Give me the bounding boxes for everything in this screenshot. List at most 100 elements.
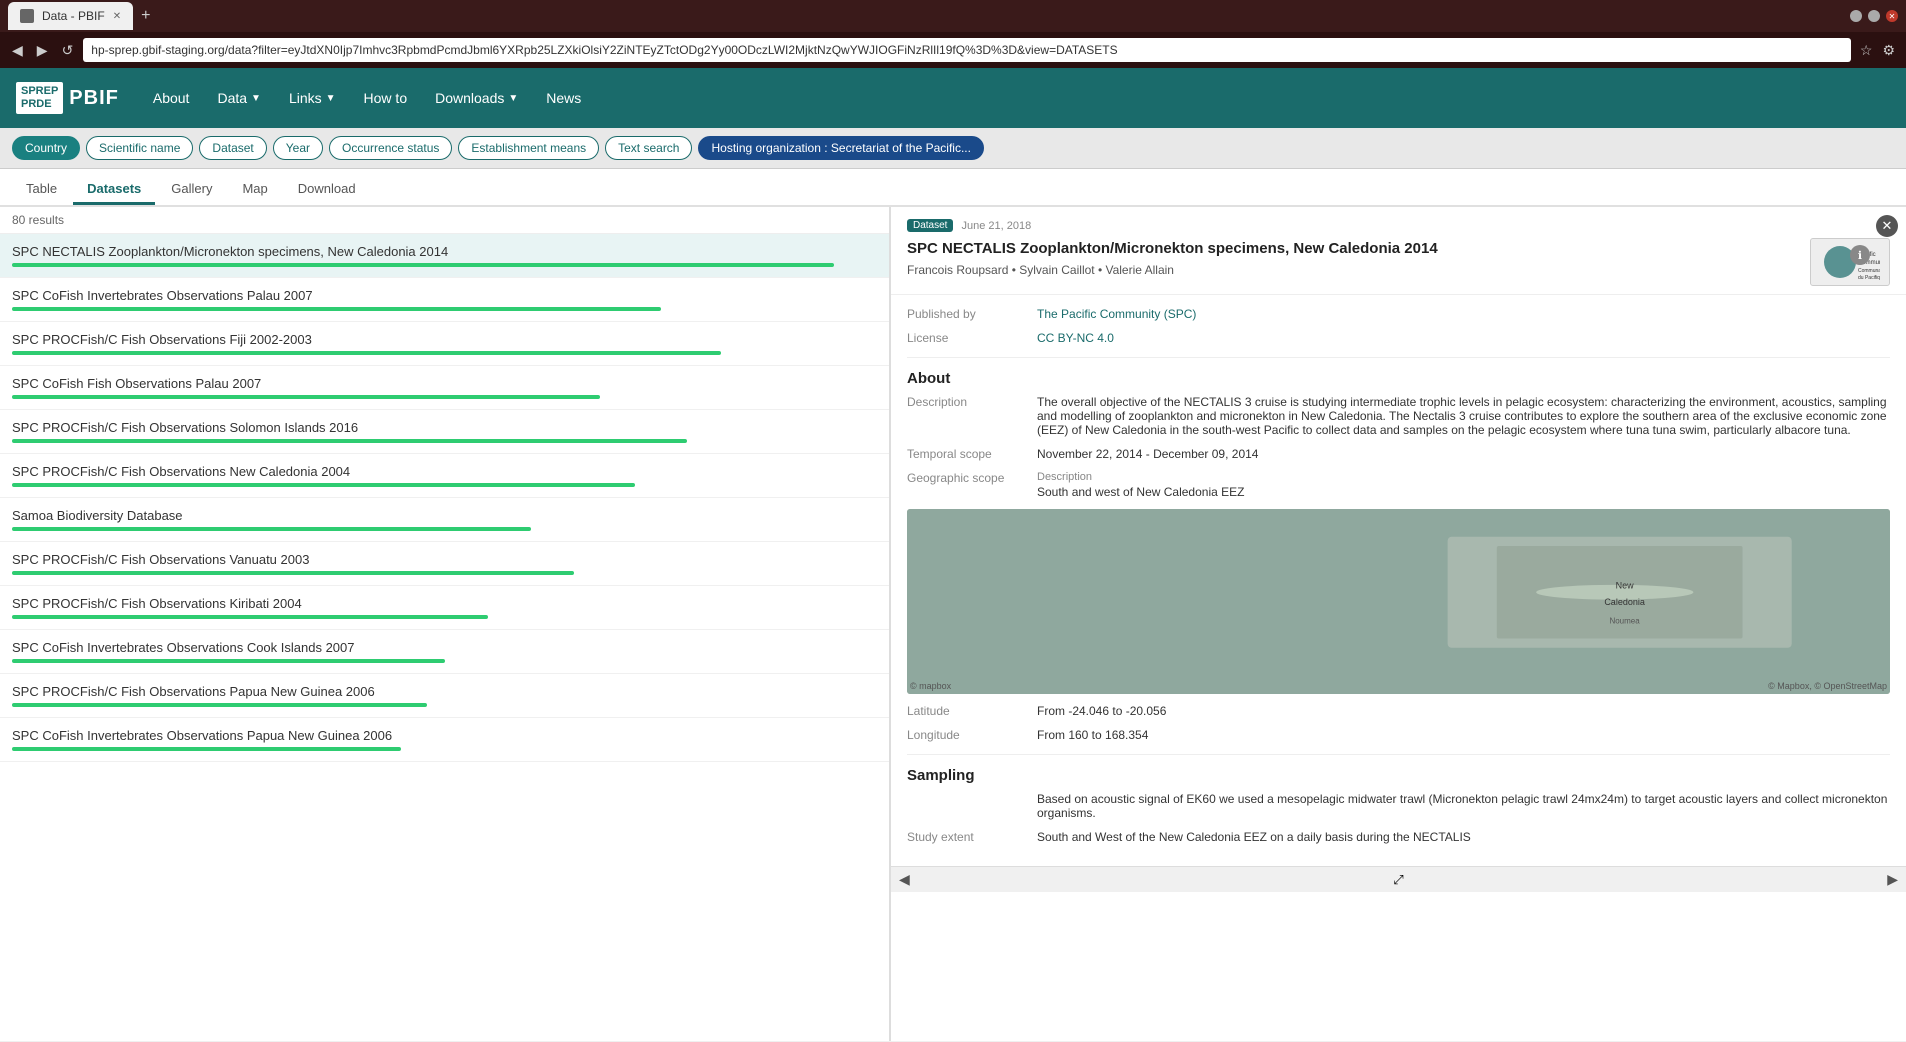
detail-panel: ✕ ℹ Dataset June 21, 2018 SPC NECTALIS Z… [890, 207, 1906, 1041]
nav-links[interactable]: Links ▼ [279, 84, 346, 112]
tab-favicon [20, 9, 34, 23]
logo-text[interactable]: PBIF [69, 87, 119, 110]
maximize-button[interactable] [1868, 10, 1880, 22]
nav-downloads[interactable]: Downloads ▼ [425, 84, 528, 112]
result-item[interactable]: SPC PROCFish/C Fish Observations New Cal… [0, 454, 889, 498]
tab-title: Data - PBIF [42, 9, 105, 23]
filter-country[interactable]: Country [12, 136, 80, 160]
logo-badge: SPREP PRDE [16, 82, 63, 114]
detail-title-row: SPC NECTALIS Zooplankton/Micronekton spe… [907, 238, 1890, 286]
tab-table[interactable]: Table [12, 175, 71, 205]
result-item[interactable]: SPC PROCFish/C Fish Observations Papua N… [0, 674, 889, 718]
result-bar [12, 263, 834, 267]
svg-text:Caledonia: Caledonia [1604, 597, 1645, 607]
detail-type-badge: Dataset [907, 219, 953, 232]
map-nc-label: New [1616, 581, 1635, 591]
description-label: Description [907, 395, 1037, 437]
detail-date: June 21, 2018 [961, 220, 1031, 232]
detail-meta: Dataset June 21, 2018 [907, 219, 1890, 232]
site-logo: SPREP PRDE PBIF [16, 82, 119, 114]
map-noumea-label: Noumea [1609, 617, 1640, 626]
filter-hosting-org[interactable]: Hosting organization : Secretariat of th… [698, 136, 983, 160]
result-bar [12, 395, 600, 399]
filter-scientific-name[interactable]: Scientific name [86, 136, 193, 160]
svg-text:du Pacifique: du Pacifique [1858, 275, 1880, 281]
main-area: 80 results SPC NECTALIS Zooplankton/Micr… [0, 207, 1906, 1041]
filter-occurrence-status[interactable]: Occurrence status [329, 136, 452, 160]
published-by-label: Published by [907, 307, 1037, 321]
svg-text:Communauté: Communauté [1858, 268, 1880, 274]
panel-expand-icon: ⤢ [1393, 872, 1403, 888]
panel-next-button[interactable]: ▶ [1887, 871, 1898, 888]
result-title: SPC NECTALIS Zooplankton/Micronekton spe… [12, 244, 877, 259]
nav-howto[interactable]: How to [354, 84, 418, 112]
tab-download[interactable]: Download [284, 175, 370, 205]
close-button[interactable]: ✕ [1886, 10, 1898, 22]
result-title: SPC PROCFish/C Fish Observations Papua N… [12, 684, 877, 699]
result-item[interactable]: Samoa Biodiversity Database [0, 498, 889, 542]
latitude-value: From -24.046 to -20.056 [1037, 704, 1890, 718]
detail-close-button[interactable]: ✕ [1876, 215, 1898, 237]
geographic-description-value: South and west of New Caledonia EEZ [1037, 485, 1890, 499]
back-button[interactable]: ◀ [8, 40, 27, 61]
detail-header: Dataset June 21, 2018 SPC NECTALIS Zoopl… [891, 207, 1906, 295]
address-bar: ◀ ▶ ↺ ☆ ⚙ [0, 32, 1906, 68]
map-attribution: © Mapbox, © OpenStreetMap [1768, 681, 1887, 691]
window-controls: ✕ [1850, 10, 1898, 22]
new-tab-button[interactable]: + [135, 7, 156, 25]
tab-map[interactable]: Map [228, 175, 281, 205]
temporal-scope-field: Temporal scope November 22, 2014 - Decem… [907, 447, 1890, 461]
description-field: Description The overall objective of the… [907, 395, 1890, 437]
result-item[interactable]: SPC PROCFish/C Fish Observations Fiji 20… [0, 322, 889, 366]
filter-year[interactable]: Year [273, 136, 323, 160]
nav-data[interactable]: Data ▼ [207, 84, 270, 112]
address-input[interactable] [83, 38, 1851, 62]
longitude-field: Longitude From 160 to 168.354 [907, 728, 1890, 742]
published-by-value[interactable]: The Pacific Community (SPC) [1037, 307, 1196, 321]
result-title: SPC PROCFish/C Fish Observations Kiribat… [12, 596, 877, 611]
tab-gallery[interactable]: Gallery [157, 175, 226, 205]
reload-button[interactable]: ↺ [58, 40, 78, 61]
panel-prev-button[interactable]: ◀ [899, 871, 910, 888]
tab-datasets[interactable]: Datasets [73, 175, 155, 205]
info-button[interactable]: ℹ [1850, 245, 1870, 265]
tab-close-button[interactable]: ✕ [113, 11, 121, 22]
result-item[interactable]: SPC CoFish Invertebrates Observations Pa… [0, 278, 889, 322]
extensions-button[interactable]: ⚙ [1879, 40, 1898, 61]
result-item[interactable]: SPC CoFish Fish Observations Palau 2007 [0, 366, 889, 410]
result-item[interactable]: SPC CoFish Invertebrates Observations Co… [0, 630, 889, 674]
logo-badge-line1: SPREP [21, 85, 58, 98]
license-value[interactable]: CC BY-NC 4.0 [1037, 331, 1114, 345]
result-bar [12, 703, 427, 707]
nav-news[interactable]: News [536, 84, 591, 112]
org-logo-svg: Pacific Community Communauté du Pacifiqu… [1820, 242, 1880, 282]
map-svg: New Caledonia Noumea [907, 509, 1890, 694]
section-divider-2 [907, 754, 1890, 755]
published-by-field: Published by The Pacific Community (SPC) [907, 307, 1890, 321]
filter-dataset[interactable]: Dataset [199, 136, 266, 160]
map-logo: © mapbox [910, 681, 951, 691]
result-item[interactable]: SPC PROCFish/C Fish Observations Solomon… [0, 410, 889, 454]
filter-establishment-means[interactable]: Establishment means [458, 136, 599, 160]
browser-chrome: Data - PBIF ✕ + ✕ [0, 0, 1906, 32]
geographic-scope-content: Description South and west of New Caledo… [1037, 471, 1890, 499]
study-extent-label: Study extent [907, 830, 1037, 844]
filter-text-search[interactable]: Text search [605, 136, 692, 160]
forward-button[interactable]: ▶ [33, 40, 52, 61]
result-item[interactable]: SPC CoFish Invertebrates Observations Pa… [0, 718, 889, 762]
sampling-label [907, 792, 1037, 820]
nav-data-dropdown-icon: ▼ [251, 93, 261, 104]
result-item[interactable]: SPC PROCFish/C Fish Observations Vanuatu… [0, 542, 889, 586]
longitude-label: Longitude [907, 728, 1037, 742]
result-bar [12, 483, 635, 487]
bookmark-button[interactable]: ☆ [1857, 40, 1876, 61]
result-title: Samoa Biodiversity Database [12, 508, 877, 523]
nav-about[interactable]: About [143, 84, 200, 112]
result-item[interactable]: SPC NECTALIS Zooplankton/Micronekton spe… [0, 234, 889, 278]
result-item[interactable]: SPC PROCFish/C Fish Observations Kiribat… [0, 586, 889, 630]
result-title: SPC CoFish Fish Observations Palau 2007 [12, 376, 877, 391]
result-title: SPC CoFish Invertebrates Observations Pa… [12, 728, 877, 743]
active-tab[interactable]: Data - PBIF ✕ [8, 2, 133, 30]
minimize-button[interactable] [1850, 10, 1862, 22]
logo-badge-line2: PRDE [21, 98, 58, 111]
